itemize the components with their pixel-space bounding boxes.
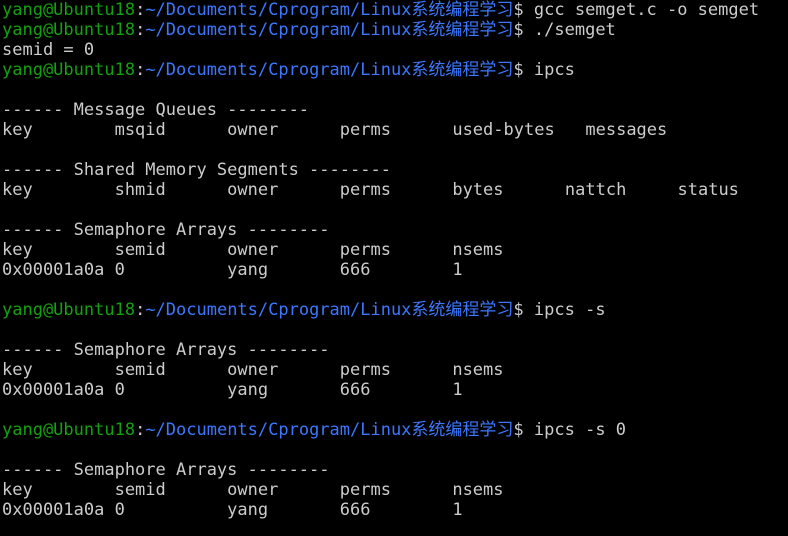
output-text: ------ Message Queues -------- [2,100,310,120]
output-line: 0x00001a0a 0 yang 666 1 [2,500,788,520]
terminal-window[interactable]: yang@Ubuntu18:~/Documents/Cprogram/Linux… [0,0,788,536]
prompt-path: ~/Documents/Cprogram/Linux系统编程学习 [145,300,514,320]
output-line: 0x00001a0a 0 yang 666 1 [2,260,788,280]
prompt-colon: : [135,60,146,80]
prompt-colon: : [135,300,146,320]
prompt-path: ~/Documents/Cprogram/Linux系统编程学习 [145,60,514,80]
prompt-symbol: $ [513,60,534,80]
prompt-path: ~/Documents/Cprogram/Linux系统编程学习 [145,0,514,20]
prompt-line: yang@Ubuntu18:~/Documents/Cprogram/Linux… [2,420,788,440]
prompt-symbol: $ [513,0,534,20]
command-text: ipcs [533,60,575,80]
output-line: key msqid owner perms used-bytes message… [2,120,788,140]
command-text: ./semget [533,20,616,40]
output-line: semid = 0 [2,40,788,60]
prompt-path: ~/Documents/Cprogram/Linux系统编程学习 [145,20,514,40]
output-line: ------ Semaphore Arrays -------- [2,340,788,360]
output-text: semid = 0 [2,40,95,60]
output-text: key shmid owner perms bytes nattch statu… [2,180,739,200]
prompt-colon: : [135,420,146,440]
output-text: key msqid owner perms used-bytes message… [2,120,668,140]
prompt-line: yang@Ubuntu18:~/Documents/Cprogram/Linux… [2,300,788,320]
output-text: ------ Semaphore Arrays -------- [2,460,330,480]
prompt-line: yang@Ubuntu18:~/Documents/Cprogram/Linux… [2,0,788,20]
output-line: ------ Shared Memory Segments -------- [2,160,788,180]
prompt-symbol: $ [513,420,534,440]
output-text: key semid owner perms nsems [2,240,504,260]
output-line: key semid owner perms nsems [2,240,788,260]
prompt-user-host: yang@Ubuntu18 [2,60,136,80]
output-text: 0x00001a0a 0 yang 666 1 [2,380,463,400]
output-text: key semid owner perms nsems [2,360,504,380]
prompt-user-host: yang@Ubuntu18 [2,0,136,20]
output-text: ------ Semaphore Arrays -------- [2,340,330,360]
output-text: ------ Semaphore Arrays -------- [2,220,330,240]
command-text: ipcs -s 0 [533,420,627,440]
prompt-colon: : [135,20,146,40]
output-line: ------ Message Queues -------- [2,100,788,120]
output-text: 0x00001a0a 0 yang 666 1 [2,500,463,520]
output-text: key semid owner perms nsems [2,480,504,500]
prompt-symbol: $ [513,300,534,320]
prompt-line: yang@Ubuntu18:~/Documents/Cprogram/Linux… [2,60,788,80]
output-line: 0x00001a0a 0 yang 666 1 [2,380,788,400]
output-line: key semid owner perms nsems [2,360,788,380]
prompt-user-host: yang@Ubuntu18 [2,300,136,320]
prompt-user-host: yang@Ubuntu18 [2,20,136,40]
output-line: ------ Semaphore Arrays -------- [2,460,788,480]
prompt-user-host: yang@Ubuntu18 [2,420,136,440]
output-line: ------ Semaphore Arrays -------- [2,220,788,240]
prompt-symbol: $ [513,20,534,40]
output-text: ------ Shared Memory Segments -------- [2,160,391,180]
output-line: key shmid owner perms bytes nattch statu… [2,180,788,200]
command-text: gcc semget.c -o semget [533,0,760,20]
output-text: 0x00001a0a 0 yang 666 1 [2,260,463,280]
output-line: key semid owner perms nsems [2,480,788,500]
command-text: ipcs -s [533,300,606,320]
prompt-line: yang@Ubuntu18:~/Documents/Cprogram/Linux… [2,20,788,40]
prompt-colon: : [135,0,146,20]
prompt-path: ~/Documents/Cprogram/Linux系统编程学习 [145,420,514,440]
